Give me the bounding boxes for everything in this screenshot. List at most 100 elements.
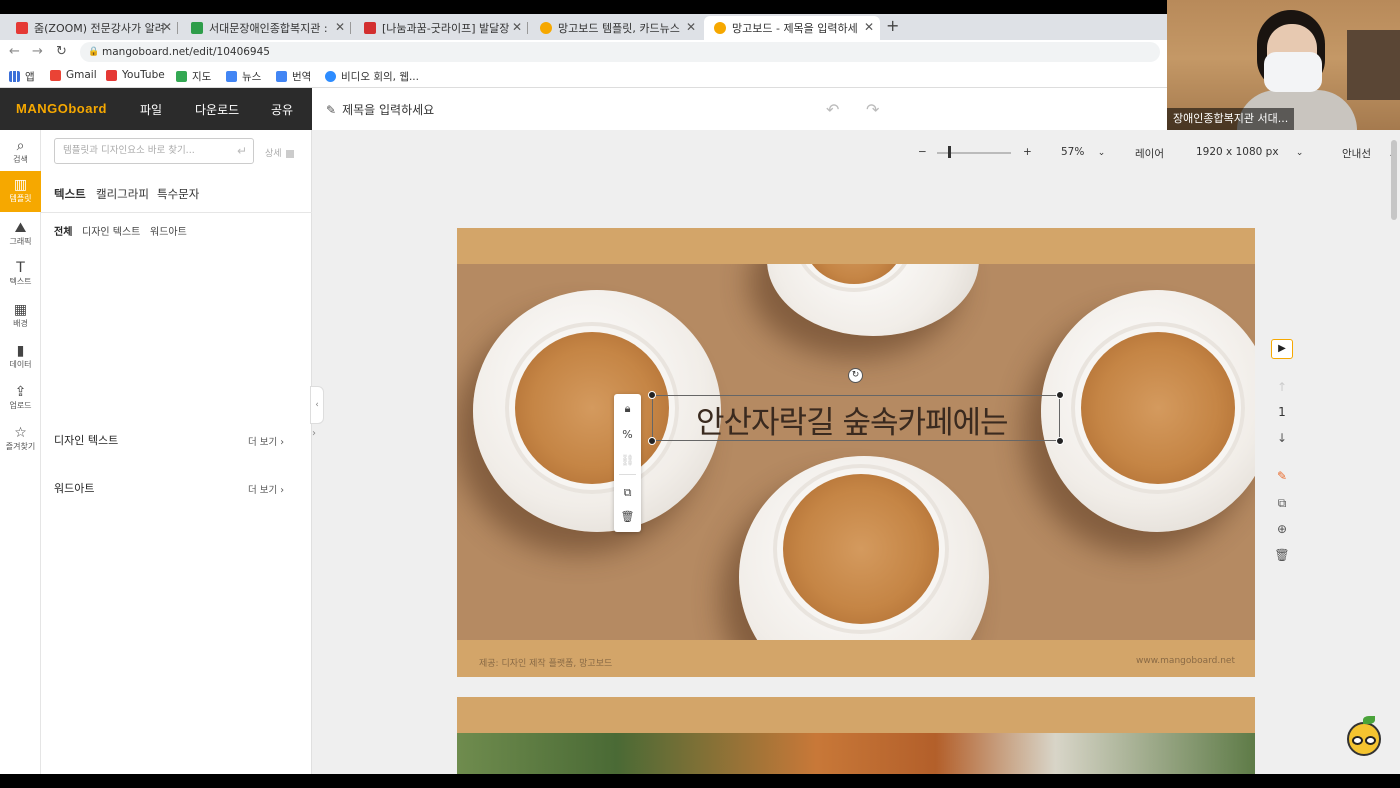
magic-wand-icon[interactable]: ✎	[1271, 469, 1293, 483]
trash-icon[interactable]: 🗑︎	[1271, 548, 1293, 562]
copy-icon[interactable]: ⧉	[614, 486, 641, 500]
title-input[interactable]: ✎ 제목을 입력하세요	[326, 101, 434, 118]
tab-label: 서대문장애인종합복지관 :	[209, 22, 328, 35]
rail-label: 검색	[13, 155, 28, 164]
slide-1[interactable]: 제공: 디자인 제작 플랫폼, 망고보드 www.mangoboard.net	[457, 228, 1255, 677]
arrow-down-icon[interactable]: ↓	[1271, 431, 1293, 445]
menu-download[interactable]: 다운로드	[195, 101, 239, 118]
close-icon[interactable]: ✕	[162, 20, 172, 34]
canvas-toolbar: − + 57% ⌄ 레이어 1920 x 1080 px ⌄ 안내선 ⌄	[312, 142, 1400, 164]
url-field[interactable]: 🔒 mangoboard.net/edit/10406945	[80, 42, 1160, 62]
bookmark-gmail[interactable]: Gmail	[50, 69, 97, 81]
redo-icon[interactable]: ↷	[866, 100, 879, 119]
back-icon[interactable]: ←	[9, 44, 20, 59]
collapse-panel-button[interactable]: ‹	[310, 386, 324, 424]
close-icon[interactable]: ✕	[335, 20, 345, 34]
webcam-caption: 장애인종합복지관 서대...	[1167, 108, 1295, 130]
rail-item-favorites[interactable]: ☆ 즐겨찾기	[0, 419, 41, 460]
rail-item-graphic[interactable]: ⛰ 그래픽	[0, 214, 41, 255]
bookmark-translate[interactable]: 번역	[276, 69, 311, 84]
zoom-out-button[interactable]: −	[918, 146, 927, 158]
menu-file[interactable]: 파일	[140, 101, 162, 118]
guide-select[interactable]: 안내선 ⌄	[1342, 146, 1396, 161]
reload-icon[interactable]: ↻	[56, 44, 67, 59]
bookmark-label: 번역	[292, 71, 312, 83]
toolbar-divider	[619, 474, 636, 475]
close-icon[interactable]: ✕	[864, 20, 874, 34]
link-icon[interactable]: ⛓	[614, 454, 641, 467]
trash-icon[interactable]: 🗑︎	[614, 510, 641, 523]
tab-calligraphy[interactable]: 캘리그라피	[96, 186, 149, 202]
resize-handle[interactable]	[648, 391, 656, 399]
add-page-icon[interactable]: ⊕	[1271, 522, 1293, 536]
zoom-in-button[interactable]: +	[1023, 146, 1032, 158]
zoom-slider-thumb[interactable]	[948, 146, 951, 158]
slide-2[interactable]	[457, 697, 1255, 774]
duplicate-icon[interactable]: ⧉	[1271, 496, 1293, 511]
canvas-size-select[interactable]: 1920 x 1080 px ⌄	[1196, 146, 1303, 158]
page-number: 1	[1278, 405, 1286, 419]
rotate-icon[interactable]: ↻	[848, 368, 863, 383]
subtab-design-text[interactable]: 디자인 텍스트	[82, 223, 140, 238]
arrow-up-icon[interactable]: ↑	[1271, 380, 1293, 394]
bookmark-label: 뉴스	[242, 71, 262, 83]
bookmark-news[interactable]: 뉴스	[226, 69, 261, 84]
site-favicon-icon	[191, 22, 203, 34]
close-icon[interactable]: ✕	[686, 20, 696, 34]
design-text-more-link[interactable]: 더 보기 ›	[248, 434, 284, 448]
rail-item-search[interactable]: ⌕ 검색	[0, 132, 41, 173]
vertical-scrollbar[interactable]	[1391, 140, 1397, 220]
panel-divider	[41, 212, 312, 213]
rail-label: 템플릿	[9, 194, 32, 203]
bookmark-apps[interactable]: 앱	[9, 69, 35, 84]
play-button[interactable]: ▶	[1271, 339, 1293, 359]
browser-tab-strip: 줌(ZOOM) 전문강사가 알려 ✕ 서대문장애인종합복지관 : ✕ [나눔과꿈…	[0, 14, 1167, 40]
zoom-level-select[interactable]: 57% ⌄	[1061, 146, 1105, 158]
mango-mascot-icon[interactable]	[1347, 716, 1381, 756]
menu-share[interactable]: 공유	[271, 101, 293, 118]
detail-search-button[interactable]: 상세	[265, 146, 295, 159]
chevron-left-icon: ‹	[315, 400, 319, 410]
rail-item-text[interactable]: T 텍스트	[0, 254, 41, 295]
transparency-icon[interactable]: %	[614, 428, 641, 441]
bookmark-label: Gmail	[66, 69, 97, 81]
mascot-glasses	[1352, 736, 1363, 745]
lock-icon[interactable]: 🔒︎	[614, 402, 641, 416]
undo-icon[interactable]: ↶	[826, 100, 839, 119]
wordart-more-link[interactable]: 더 보기 ›	[248, 482, 284, 496]
browser-tab-zoom[interactable]: 줌(ZOOM) 전문강사가 알려 ✕	[6, 16, 178, 40]
resize-handle[interactable]	[648, 437, 656, 445]
layer-button[interactable]: 레이어	[1135, 146, 1164, 161]
bookmark-maps[interactable]: 지도	[176, 69, 211, 84]
resize-handle[interactable]	[1056, 437, 1064, 445]
resize-handle[interactable]	[1056, 391, 1064, 399]
food-truck-photo	[457, 733, 1255, 774]
webcam-person-mask	[1264, 52, 1322, 92]
browser-tab-welfare[interactable]: 서대문장애인종합복지관 : ✕	[181, 16, 351, 40]
guide-label: 안내선	[1342, 148, 1371, 160]
chevron-right-icon[interactable]: ›	[312, 428, 316, 439]
slide-text[interactable]: 안산자락길 숲속카페에는	[696, 397, 1009, 442]
new-tab-button[interactable]: +	[886, 16, 899, 35]
tab-special-chars[interactable]: 특수문자	[157, 186, 199, 202]
tab-text[interactable]: 텍스트	[54, 186, 86, 202]
browser-tab-goodlife[interactable]: [나눔과꿈-굿라이프] 발달장 ✕	[354, 16, 528, 40]
rail-item-data[interactable]: ▮ 데이터	[0, 337, 41, 378]
lock-icon: 🔒	[88, 47, 100, 57]
bookmark-zoom[interactable]: 비디오 회의, 웹...	[325, 69, 419, 84]
rail-item-upload[interactable]: ⇪ 업로드	[0, 378, 41, 419]
search-placeholder: 템플릿과 디자인요소 바로 찾기...	[63, 145, 195, 156]
subtab-wordart[interactable]: 워드아트	[150, 223, 187, 238]
browser-tab-mango-editor[interactable]: 망고보드 - 제목을 입력하세 ✕	[704, 16, 880, 40]
bookmark-youtube[interactable]: YouTube	[106, 69, 165, 81]
enter-icon[interactable]: ↵	[237, 139, 247, 163]
close-icon[interactable]: ✕	[512, 20, 522, 34]
zoom-level-value: 57%	[1061, 146, 1085, 158]
mangoboard-logo[interactable]: MANGOboard	[16, 101, 107, 116]
forward-icon[interactable]: →	[32, 44, 43, 59]
browser-tab-mango-template[interactable]: 망고보드 템플릿, 카드뉴스 ✕	[530, 16, 702, 40]
rail-item-template[interactable]: ▥ 템플릿	[0, 171, 41, 212]
search-input[interactable]: 템플릿과 디자인요소 바로 찾기... ↵	[54, 138, 254, 164]
subtab-all[interactable]: 전체	[54, 223, 72, 238]
rail-item-background[interactable]: ▦ 배경	[0, 296, 41, 337]
